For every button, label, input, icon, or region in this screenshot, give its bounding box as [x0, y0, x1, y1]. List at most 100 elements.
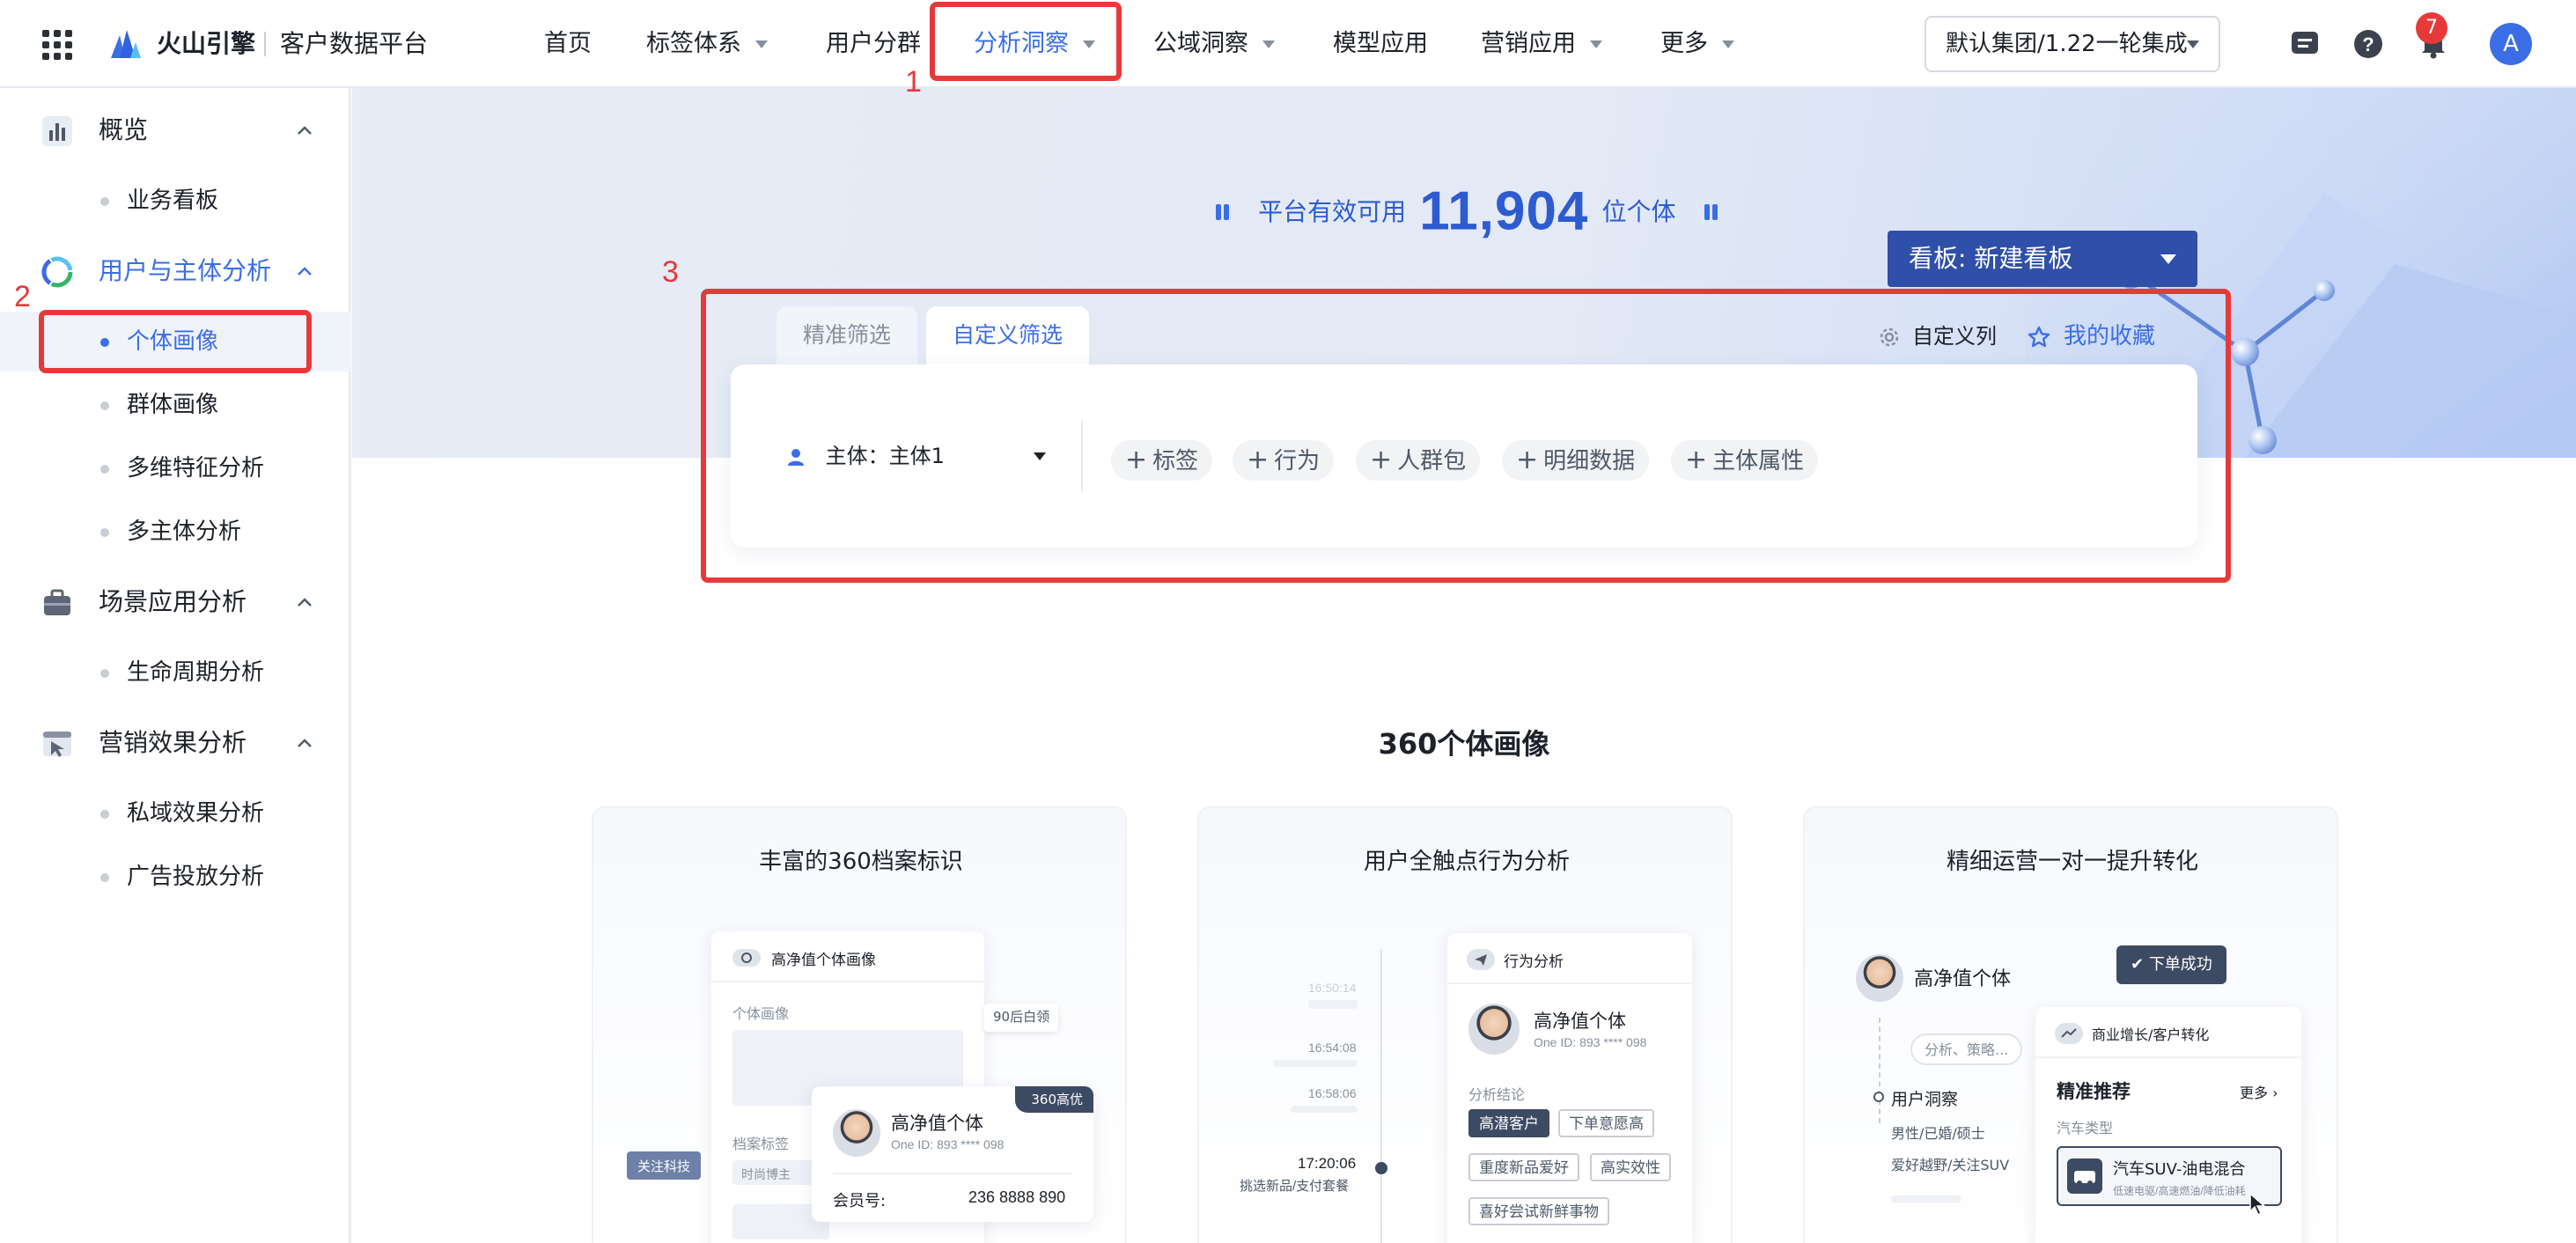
chevron-down-icon [1722, 40, 1734, 48]
check-icon: ✔ [2131, 955, 2149, 974]
person-name: 高净值个体 [1534, 1011, 1626, 1032]
chevron-down-icon [1590, 40, 1602, 48]
bar-chart-icon [42, 116, 72, 146]
nav-model-app[interactable]: 模型应用 [1333, 0, 1428, 88]
briefcase-icon [44, 589, 70, 615]
nav-home[interactable]: 首页 [544, 0, 592, 88]
bullet-dot [100, 401, 109, 410]
notification-count-badge: 7 [2416, 12, 2447, 44]
member-label: 会员号: [833, 1192, 887, 1210]
chevron-down-icon [2187, 40, 2199, 48]
panel-title: 高净值个体画像 [771, 952, 876, 969]
sidebar-group-scenario-analysis[interactable]: 场景应用分析 [0, 570, 350, 634]
insight-line: 爱好越野/关注SUV [1891, 1157, 2010, 1173]
strategy-bubble: 分析、策略... [1910, 1033, 2023, 1065]
chevron-up-icon [298, 126, 312, 135]
product-name: 客户数据平台 [280, 29, 429, 58]
sidebar-group-marketing-effect[interactable]: 营销效果分析 [0, 711, 350, 775]
svg-text:?: ? [2362, 33, 2374, 55]
nav-tag-system[interactable]: 标签体系 [646, 0, 768, 88]
insight-line: 男性/已婚/硕士 [1891, 1125, 1985, 1142]
archive-label: 档案标签 [732, 1136, 790, 1152]
quote-mark-icon [1704, 203, 1718, 220]
archive-tag: 时尚博主 [741, 1167, 791, 1181]
tag-pill: 下单意愿高 [1558, 1109, 1654, 1137]
cursor-window-icon [43, 732, 71, 757]
bullet-dot [100, 528, 109, 537]
annotation-number-1: 1 [905, 65, 922, 99]
conversion-panel: 商业增长/客户转化 精准推荐 更多 › 汽车类型 汽车SUV-油电混合 低速电驱… [2035, 1007, 2301, 1243]
trend-up-icon [2055, 1023, 2083, 1044]
help-icon[interactable]: ? [2352, 28, 2384, 60]
feature-card-one-to-one-conversion: 精细运营一对一提升转化 高净值个体 分析、策略... 用户洞察 男性/已婚/硕士… [1803, 806, 2338, 1243]
timeline-note: 挑选新品/支付套餐 [1240, 1179, 1350, 1194]
car-type-label: 汽车类型 [2057, 1120, 2114, 1136]
message-icon[interactable] [2289, 28, 2321, 60]
card-title: 精细运营一对一提升转化 [1946, 849, 2198, 875]
nav-marketing-app[interactable]: 营销应用 [1481, 0, 1602, 88]
stat-suffix: 位个体 [1601, 196, 1676, 226]
bullet-dot [100, 465, 109, 474]
timeline-time: 16:58:06 [1308, 1086, 1357, 1100]
board-select-button[interactable]: 看板: 新建看板 [1888, 231, 2197, 287]
sidebar-item-multi-dim-analysis[interactable]: 多维特征分析 [0, 438, 350, 498]
person-avatar [1856, 954, 1903, 1002]
sidebar-group-label: 场景应用分析 [99, 587, 247, 616]
sidebar-group-label: 用户与主体分析 [99, 256, 272, 285]
sidebar-item-label: 业务看板 [127, 188, 219, 214]
top-navigation-bar: 火山引擎 客户数据平台 首页 标签体系 用户分群 分析洞察 公域洞察 模型应用 … [0, 0, 2576, 88]
sidebar-group-overview[interactable]: 概览 [0, 99, 350, 162]
bullet-dot [100, 873, 109, 882]
org-project-select[interactable]: 默认集团/1.22一轮集成 [1925, 16, 2220, 72]
annotation-box-2 [39, 310, 312, 373]
bullet-dot [100, 669, 109, 678]
person-id: One ID: 893 **** 098 [891, 1137, 1005, 1151]
brand-divider [264, 32, 266, 56]
sidebar-item-business-board[interactable]: 业务看板 [0, 171, 350, 231]
sidebar-group-label: 概览 [99, 115, 149, 144]
side-tag: 关注科技 [627, 1151, 702, 1180]
sidebar: 概览 业务看板 用户与主体分析 个体画像 群体画像 多维特征分析 多主体分析 场… [0, 88, 350, 1243]
tag-pill: 喜好尝试新鲜事物 [1468, 1197, 1609, 1225]
card-title: 用户全触点行为分析 [1363, 849, 1570, 875]
recommend-label: 精准推荐 [2057, 1081, 2131, 1102]
annotation-box-3 [701, 289, 2231, 583]
nav-public-insight[interactable]: 公域洞察 [1153, 0, 1275, 88]
tag-pill: 重度新品爱好 [1468, 1153, 1579, 1181]
main-content: 平台有效可用 11,904 位个体 看板: 新建看板 精准筛选 自定义筛选 自定… [352, 88, 2576, 1243]
chevron-up-icon [298, 598, 312, 607]
bullet-dot [100, 197, 109, 206]
chevron-down-icon [755, 40, 768, 48]
card-title: 丰富的360档案标识 [759, 849, 963, 875]
caret-down-icon [2160, 254, 2176, 264]
person-card: 高净值个体 One ID: 893 **** 098 360高优 会员号: 23… [812, 1086, 1093, 1222]
nav-more[interactable]: 更多 [1660, 0, 1734, 88]
person-id: One ID: 893 **** 098 [1534, 1035, 1647, 1049]
chevron-up-icon [298, 267, 312, 276]
panel-title: 商业增长/客户转化 [2092, 1026, 2210, 1043]
sidebar-group-user-subject-analysis[interactable]: 用户与主体分析 [0, 239, 350, 303]
sidebar-item-ad-delivery-analysis[interactable]: 广告投放分析 [0, 847, 350, 907]
sidebar-item-multi-subject-analysis[interactable]: 多主体分析 [0, 502, 350, 562]
corner-badge: 360高优 [1015, 1086, 1093, 1113]
insight-label: 用户洞察 [1891, 1090, 1959, 1109]
available-individuals-stat: 平台有效可用 11,904 位个体 [1215, 180, 1719, 243]
order-success-badge: ✔ 下单成功 [2116, 945, 2226, 984]
sidebar-item-lifecycle-analysis[interactable]: 生命周期分析 [0, 643, 350, 702]
sidebar-item-private-domain-effect[interactable]: 私域效果分析 [0, 783, 350, 843]
volcano-logo-icon [111, 30, 141, 58]
sidebar-item-group-portrait[interactable]: 群体画像 [0, 375, 350, 435]
feature-card-360-archive: 丰富的360档案标识 高净值个体画像 个体画像 档案标签 时尚博主 90后白领 … [592, 806, 1127, 1243]
behavior-panel: 行为分析 高净值个体 One ID: 893 **** 098 分析结论 高潜客… [1447, 933, 1692, 1243]
person-name: 高净值个体 [891, 1113, 983, 1134]
user-avatar[interactable]: A [2490, 23, 2532, 65]
stat-value: 11,904 [1419, 180, 1589, 242]
section-title: 360个体画像 [1378, 727, 1550, 761]
quote-mark-icon [1216, 203, 1229, 220]
more-link[interactable]: 更多 › [2240, 1081, 2278, 1102]
sidebar-item-label: 私域效果分析 [127, 800, 265, 827]
user-analysis-icon [41, 256, 73, 288]
tag-pill: 高潜客户 [1468, 1109, 1549, 1137]
app-grid-icon[interactable] [42, 30, 72, 60]
section-label: 个体画像 [732, 1005, 790, 1022]
